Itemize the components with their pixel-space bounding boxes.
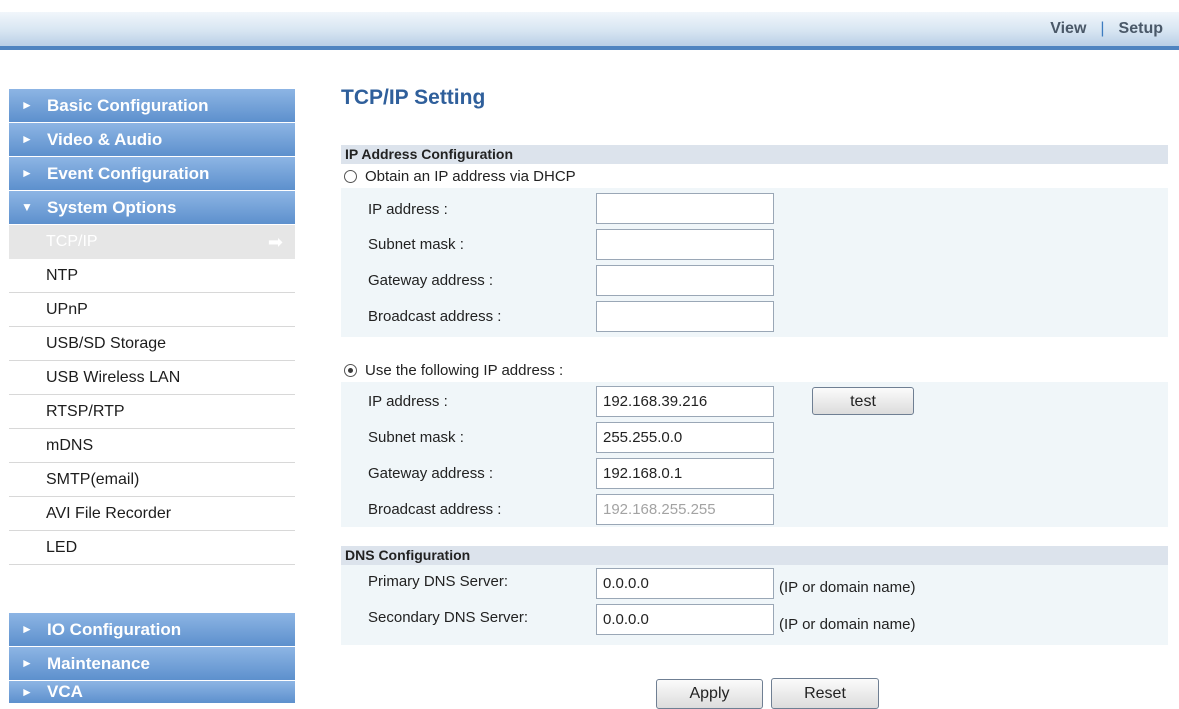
dns-config-heading: DNS Configuration [341, 546, 1168, 565]
play-arrow-icon: ► [21, 656, 33, 670]
static-broadcast-input [596, 494, 774, 525]
apply-button[interactable]: Apply [656, 679, 763, 709]
menu-basic-configuration[interactable]: ► Basic Configuration [9, 89, 295, 122]
sidebar-item-label: SMTP(email) [46, 471, 140, 488]
menu-video-audio[interactable]: ► Video & Audio [9, 123, 295, 156]
static-ip-input[interactable] [596, 386, 774, 417]
dhcp-mask-input[interactable] [596, 229, 774, 260]
primary-dns-hint: (IP or domain name) [779, 579, 916, 596]
sidebar-item-label: LED [46, 539, 78, 556]
menu-label: Maintenance [47, 654, 150, 673]
sidebar-item-label: AVI File Recorder [46, 505, 172, 522]
dhcp-gateway-input[interactable] [596, 265, 774, 296]
sidebar-item-ntp[interactable]: NTP [9, 259, 295, 293]
static-option-label: Use the following IP address : [365, 361, 564, 379]
menu-system-options[interactable]: ▼ System Options [9, 191, 295, 224]
menu-event-configuration[interactable]: ► Event Configuration [9, 157, 295, 190]
static-ip-radio[interactable] [344, 363, 357, 377]
menu-label: Event Configuration [47, 164, 210, 183]
sidebar-item-smtp[interactable]: SMTP(email) [9, 463, 295, 497]
static-option-row: Use the following IP address : [341, 359, 1168, 381]
static-ip-label: IP address : [368, 393, 448, 410]
dhcp-gateway-label: Gateway address : [368, 272, 494, 289]
sidebar-item-label: TCP/IP [46, 233, 98, 250]
dhcp-option-label: Obtain an IP address via DHCP [365, 167, 576, 185]
sidebar-item-label: NTP [46, 267, 78, 284]
menu-io-configuration[interactable]: ► IO Configuration [9, 613, 295, 646]
sidebar-item-usb-sd-storage[interactable]: USB/SD Storage [9, 327, 295, 361]
sidebar-item-label: USB/SD Storage [46, 335, 167, 352]
menu-label: System Options [47, 198, 177, 217]
primary-dns-label: Primary DNS Server: [368, 573, 509, 590]
sidebar-item-upnp[interactable]: UPnP [9, 293, 295, 327]
static-mask-label: Subnet mask : [368, 429, 464, 446]
down-arrow-icon: ▼ [21, 200, 33, 214]
sidebar-item-label: RTSP/RTP [46, 403, 125, 420]
dhcp-ip-label: IP address : [368, 201, 448, 218]
sidebar-item-label: USB Wireless LAN [46, 369, 181, 386]
menu-label: Basic Configuration [47, 96, 209, 115]
play-arrow-icon: ► [21, 166, 33, 180]
menu-label: IO Configuration [47, 620, 182, 639]
menu-vca[interactable]: ► VCA [9, 681, 295, 703]
sidebar-item-mdns[interactable]: mDNS [9, 429, 295, 463]
dhcp-broadcast-input[interactable] [596, 301, 774, 332]
reset-button[interactable]: Reset [771, 678, 879, 709]
secondary-dns-input[interactable] [596, 604, 774, 635]
page-title: TCP/IP Setting [341, 86, 486, 109]
view-link[interactable]: View [1050, 20, 1086, 37]
menu-maintenance[interactable]: ► Maintenance [9, 647, 295, 680]
static-mask-input[interactable] [596, 422, 774, 453]
static-broadcast-label: Broadcast address : [368, 501, 502, 518]
right-arrow-icon: ➡ [267, 232, 283, 252]
dhcp-broadcast-label: Broadcast address : [368, 308, 502, 325]
top-bar: View | Setup [0, 12, 1179, 50]
sidebar-item-led[interactable]: LED [9, 531, 295, 565]
static-gateway-input[interactable] [596, 458, 774, 489]
play-arrow-icon: ► [21, 98, 33, 112]
menu-label: Video & Audio [47, 130, 163, 149]
sidebar-item-avi-file-recorder[interactable]: AVI File Recorder [9, 497, 295, 531]
dhcp-mask-label: Subnet mask : [368, 236, 464, 253]
sidebar-item-label: UPnP [46, 301, 88, 318]
secondary-dns-label: Secondary DNS Server: [368, 609, 529, 626]
dhcp-ip-input[interactable] [596, 193, 774, 224]
dhcp-option-row: Obtain an IP address via DHCP [341, 165, 1168, 187]
play-arrow-icon: ► [21, 132, 33, 146]
static-gateway-label: Gateway address : [368, 465, 494, 482]
nav-separator: | [1100, 20, 1105, 37]
play-arrow-icon: ► [21, 622, 33, 636]
sidebar-item-usb-wireless-lan[interactable]: USB Wireless LAN [9, 361, 295, 395]
test-button[interactable]: test [812, 387, 914, 415]
menu-label: VCA [47, 682, 83, 701]
sidebar-item-tcpip[interactable]: TCP/IP ➡ [9, 225, 295, 259]
primary-dns-input[interactable] [596, 568, 774, 599]
sidebar-menu: ► Basic Configuration ► Video & Audio ► … [9, 89, 295, 704]
setup-link[interactable]: Setup [1119, 20, 1163, 37]
dhcp-radio[interactable] [344, 169, 357, 183]
ip-config-heading: IP Address Configuration [341, 145, 1168, 164]
sidebar-item-rtsp-rtp[interactable]: RTSP/RTP [9, 395, 295, 429]
secondary-dns-hint: (IP or domain name) [779, 616, 916, 633]
play-arrow-icon: ► [21, 685, 33, 699]
top-nav: View | Setup [1050, 20, 1163, 38]
sidebar-item-label: mDNS [46, 437, 94, 454]
